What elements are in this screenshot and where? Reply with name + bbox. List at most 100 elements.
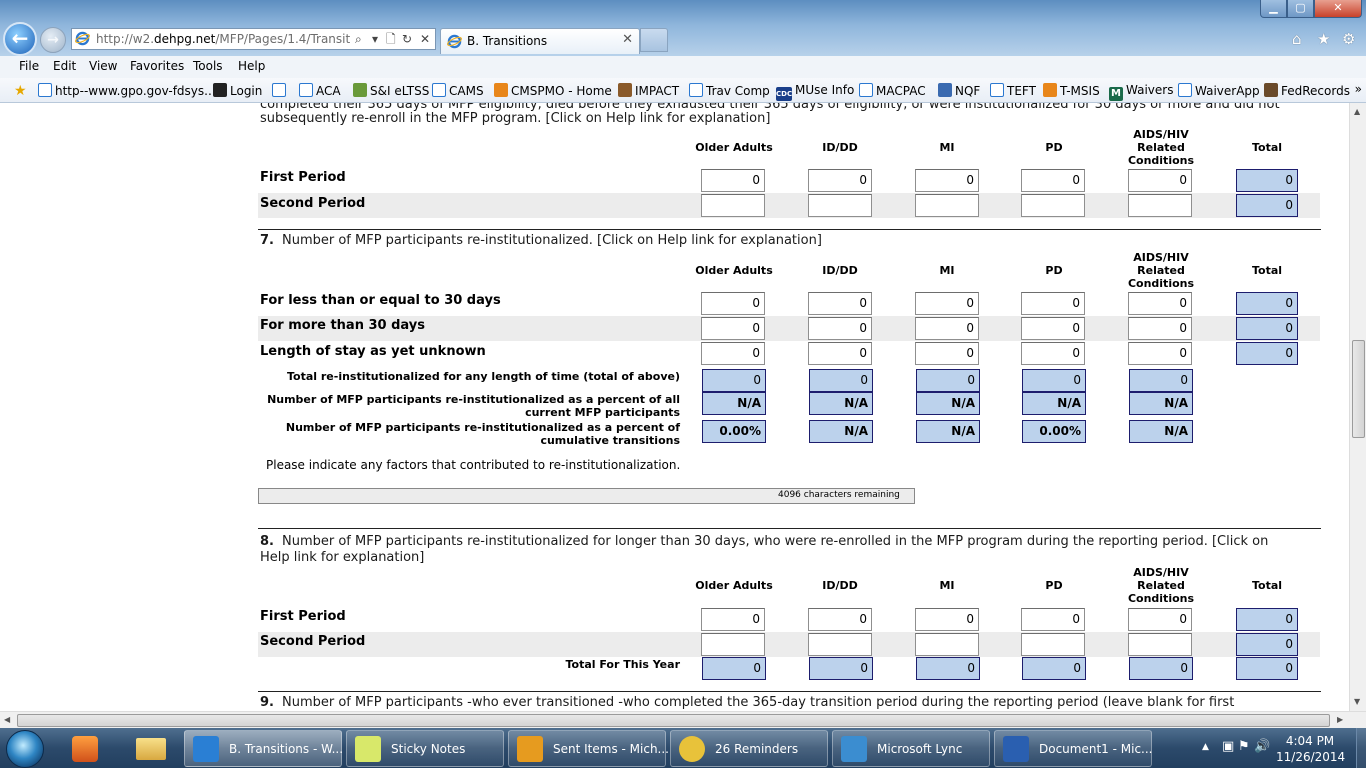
favorite-macpac[interactable]: MACPAC [859,83,926,98]
address-bar[interactable]: http://w2.dehpg.net/MFP/Pages/1.4/Transi… [71,28,436,50]
new-tab-button[interactable] [640,28,668,52]
q8-second-id-dd[interactable] [808,633,872,656]
favorite-aca[interactable] [272,83,289,98]
favorite-t-msis[interactable]: T-MSIS [1043,83,1100,98]
gear-icon[interactable]: ⚙ [1342,30,1355,48]
favorites-star-icon[interactable]: ★ [1317,30,1330,48]
taskbar-sticky-notes[interactable]: Sticky Notes [346,730,504,767]
favorite-impact[interactable]: IMPACT [618,83,679,98]
favorites-overflow-icon[interactable]: » [1355,82,1362,96]
scroll-right-icon[interactable]: ▶ [1337,715,1343,724]
action-center-flag-icon[interactable]: ⚑ [1238,739,1250,754]
favorite-trav-comp[interactable]: Trav Comp [689,83,770,98]
menu-edit[interactable]: Edit [53,59,76,73]
q6-second-older-adults[interactable] [701,194,765,217]
q7-gt30-aids-hiv[interactable]: 0 [1128,317,1192,340]
taskbar-ie-transitions[interactable]: B. Transitions - W... [184,730,343,767]
clock-time[interactable]: 4:04 PM [1280,734,1340,748]
q6-second-aids-hiv[interactable] [1128,194,1192,217]
show-desktop-button[interactable] [1356,728,1366,768]
q7-gt30-pd[interactable]: 0 [1021,317,1085,340]
scroll-left-icon[interactable]: ◀ [4,715,10,724]
menu-view[interactable]: View [89,59,117,73]
q7-gt30-mi[interactable]: 0 [915,317,979,340]
q7-le30-id-dd[interactable]: 0 [808,292,872,315]
network-icon[interactable]: ▣ [1222,739,1234,754]
tab-b-transitions[interactable]: B. Transitions ✕ [440,28,640,54]
horizontal-scrollbar[interactable]: ◀ ▶ [0,711,1366,728]
q8-second-pd[interactable] [1021,633,1085,656]
forward-button[interactable]: → [40,27,66,53]
media-player-pinned[interactable] [60,732,108,766]
q6-second-pd[interactable] [1021,194,1085,217]
tab-close-icon[interactable]: ✕ [622,32,633,47]
favorite-waivers[interactable]: M Waivers [1109,83,1173,101]
clock-date[interactable]: 11/26/2014 [1276,750,1345,764]
q7-le30-aids-hiv[interactable]: 0 [1128,292,1192,315]
back-button[interactable]: ← [3,22,37,56]
add-favorites-star-icon[interactable]: ★ [14,83,27,99]
favorite-teft[interactable]: TEFT [990,83,1036,98]
scroll-up-icon[interactable]: ▲ [1354,107,1360,116]
q8-second-aids-hiv[interactable] [1128,633,1192,656]
favorite-muse-info[interactable]: CDC MUse Info [776,83,854,101]
q7-unknown-mi[interactable]: 0 [915,342,979,365]
q6-first-mi[interactable]: 0 [915,169,979,192]
q7-unknown-id-dd[interactable]: 0 [808,342,872,365]
q6-second-id-dd[interactable] [808,194,872,217]
q8-second-mi[interactable] [915,633,979,656]
favorite-login[interactable]: Login [213,83,262,98]
menu-file[interactable]: File [19,59,39,73]
refresh-icon[interactable]: ↻ [402,29,412,49]
q6-second-mi[interactable] [915,194,979,217]
q6-first-pd[interactable]: 0 [1021,169,1085,192]
dropdown-icon[interactable]: ▾ [372,29,378,49]
volume-icon[interactable]: 🔊 [1254,739,1270,754]
q6-first-older-adults[interactable]: 0 [701,169,765,192]
favorite-cmspmo[interactable]: CMSPMO - Home [494,83,612,98]
q6-first-aids-hiv[interactable]: 0 [1128,169,1192,192]
address-url[interactable]: http://w2.dehpg.net/MFP/Pages/1.4/Transi… [96,29,351,49]
q7-le30-mi[interactable]: 0 [915,292,979,315]
q8-first-pd[interactable]: 0 [1021,608,1085,631]
explorer-pinned[interactable] [128,732,176,766]
taskbar-lync[interactable]: Microsoft Lync [832,730,990,767]
q8-first-aids-hiv[interactable]: 0 [1128,608,1192,631]
search-icon[interactable]: ⌕ [355,29,362,49]
maximize-button[interactable]: ▢ [1287,0,1314,18]
scroll-down-icon[interactable]: ▼ [1354,697,1360,706]
favorite-nqf[interactable]: NQF [938,83,980,98]
vertical-scroll-thumb[interactable] [1352,340,1365,438]
q8-first-older-adults[interactable]: 0 [701,608,765,631]
taskbar-reminders[interactable]: 26 Reminders [670,730,828,767]
menu-tools[interactable]: Tools [193,59,223,73]
q7-unknown-older-adults[interactable]: 0 [701,342,765,365]
home-icon[interactable]: ⌂ [1292,30,1302,48]
stop-icon[interactable]: ✕ [420,29,430,49]
q7-gt30-id-dd[interactable]: 0 [808,317,872,340]
favorite-waiverapp[interactable]: WaiverApp [1178,83,1260,98]
q8-second-older-adults[interactable] [701,633,765,656]
menu-favorites[interactable]: Favorites [130,59,184,73]
taskbar-outlook-sent[interactable]: Sent Items - Mich... [508,730,669,767]
q8-first-mi[interactable]: 0 [915,608,979,631]
minimize-button[interactable]: ▁ [1260,0,1287,18]
q7-le30-pd[interactable]: 0 [1021,292,1085,315]
q7-gt30-older-adults[interactable]: 0 [701,317,765,340]
q8-first-id-dd[interactable]: 0 [808,608,872,631]
favorite-si-eltss[interactable]: S&I eLTSS [353,83,429,98]
q7-unknown-aids-hiv[interactable]: 0 [1128,342,1192,365]
vertical-scrollbar[interactable]: ▲ ▼ [1349,103,1366,711]
horizontal-scroll-thumb[interactable] [17,714,1330,727]
compatibility-view-icon[interactable]: 🗋 [386,29,396,49]
taskbar-word-document[interactable]: Document1 - Mic... [994,730,1153,767]
start-button[interactable] [6,730,44,768]
favorite-gpo[interactable]: http--www.gpo.gov-fdsys... [38,83,216,98]
close-window-button[interactable]: ✕ [1314,0,1362,18]
favorite-cams[interactable]: CAMS [432,83,484,98]
show-hidden-icons[interactable]: ▲ [1202,742,1209,752]
q7-unknown-pd[interactable]: 0 [1021,342,1085,365]
q7-le30-older-adults[interactable]: 0 [701,292,765,315]
favorite-aca-label[interactable]: ACA [299,83,341,98]
menu-help[interactable]: Help [238,59,265,73]
